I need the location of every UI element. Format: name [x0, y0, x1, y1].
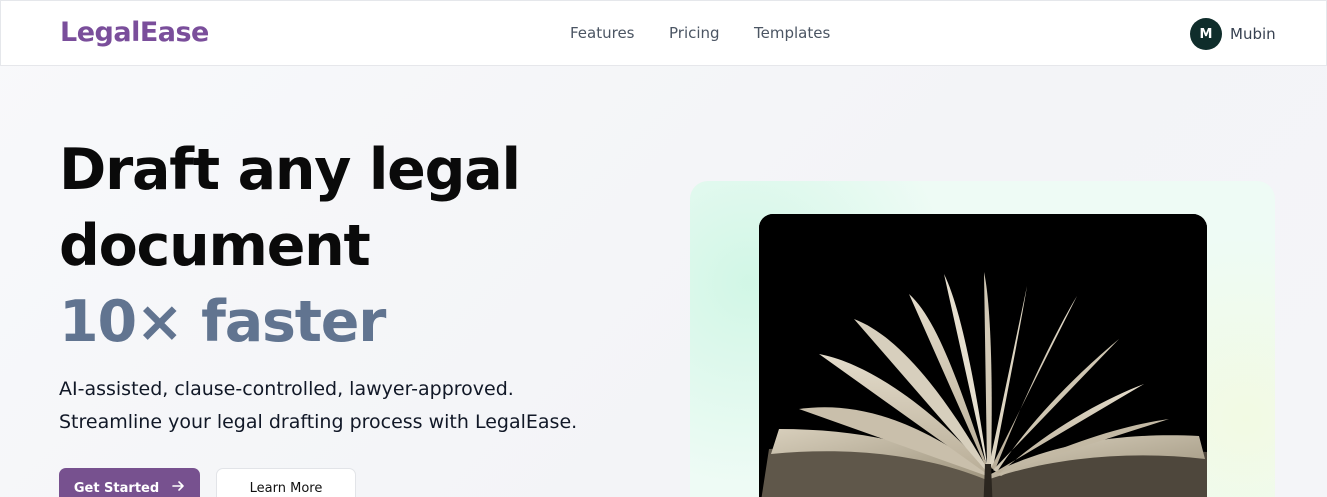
user-menu[interactable]: M Mubin — [1190, 18, 1276, 50]
hero-title-accent: 10× faster — [59, 289, 386, 355]
get-started-button[interactable]: Get Started — [59, 468, 200, 497]
user-name[interactable]: Mubin — [1230, 25, 1276, 43]
arrow-right-icon — [171, 479, 185, 497]
hero-subtitle-line-1: AI-assisted, clause-controlled, lawyer-a… — [59, 378, 514, 400]
open-book-illustration — [759, 214, 1207, 497]
nav-link-templates[interactable]: Templates — [754, 24, 830, 42]
get-started-label: Get Started — [73, 480, 160, 496]
hero-title: Draft any legal document 10× faster — [59, 132, 521, 360]
hero-subtitle-line-2: Streamline your legal drafting process w… — [59, 411, 578, 433]
top-navbar: LegalEase Features Pricing Templates M M… — [0, 0, 1327, 66]
open-book-image — [759, 214, 1207, 497]
learn-more-button[interactable]: Learn More — [216, 468, 356, 497]
hero-title-line-1: Draft any legal — [59, 137, 521, 203]
nav-link-features[interactable]: Features — [570, 24, 635, 42]
avatar[interactable]: M — [1190, 18, 1222, 50]
hero-subtitle: AI-assisted, clause-controlled, lawyer-a… — [59, 373, 577, 439]
learn-more-label: Learn More — [249, 480, 323, 496]
hero-title-line-2: document — [59, 213, 371, 279]
nav-link-pricing[interactable]: Pricing — [669, 24, 720, 42]
brand-logo[interactable]: LegalEase — [60, 17, 209, 48]
